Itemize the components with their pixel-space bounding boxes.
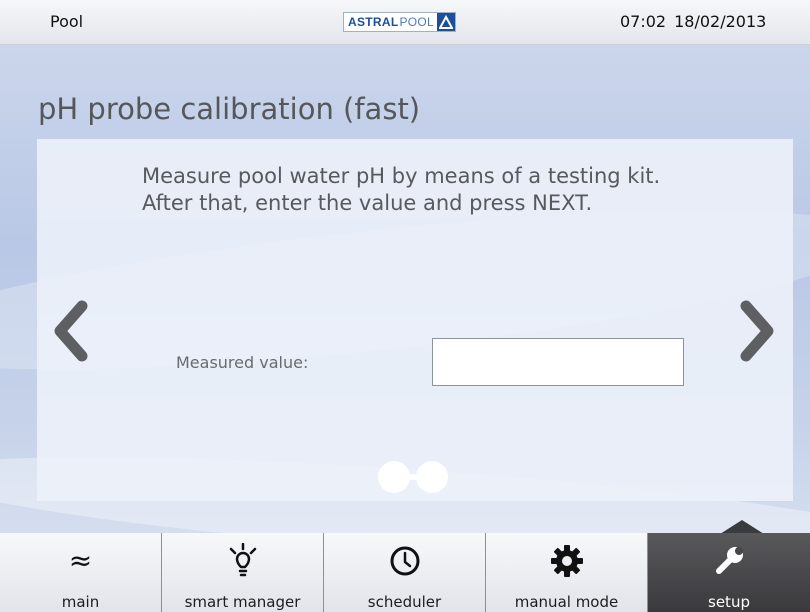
gear-icon xyxy=(550,545,583,577)
measured-value-label: Measured value: xyxy=(176,353,309,372)
tab-main[interactable]: ≈ main xyxy=(0,533,162,612)
tab-scheduler-label: scheduler xyxy=(367,593,442,611)
time: 07:02 xyxy=(620,12,667,31)
pool-name: Pool xyxy=(50,12,84,31)
tab-manual-mode[interactable]: manual mode xyxy=(486,533,648,612)
previous-button[interactable] xyxy=(48,300,92,362)
tab-manual-mode-label: manual mode xyxy=(514,593,619,611)
active-tab-notch xyxy=(720,520,764,534)
tab-setup[interactable]: setup xyxy=(648,533,810,612)
step-indicator xyxy=(378,461,448,493)
tab-scheduler[interactable]: scheduler xyxy=(324,533,486,612)
step-dot xyxy=(378,461,410,493)
page-title: pH probe calibration (fast) xyxy=(38,92,421,126)
chevron-right-icon xyxy=(740,300,774,362)
status-bar: Pool ASTRAL POOL 07:02 18/02/2013 xyxy=(0,0,810,45)
tab-setup-label: setup xyxy=(708,593,750,611)
tab-main-label: main xyxy=(61,593,100,611)
logo-text-light: POOL xyxy=(399,15,435,29)
step-dot xyxy=(416,461,448,493)
tab-smart-manager[interactable]: smart manager xyxy=(162,533,324,612)
next-button[interactable] xyxy=(736,300,780,362)
logo-text-bold: ASTRAL xyxy=(348,15,399,29)
clock-icon xyxy=(390,546,419,576)
chevron-left-icon xyxy=(54,300,88,362)
wrench-icon xyxy=(716,547,743,574)
tab-smart-manager-label: smart manager xyxy=(184,593,301,611)
bottom-nav: ≈ main smart manager scheduler manual mo… xyxy=(0,533,810,612)
date: 18/02/2013 xyxy=(674,12,767,31)
astralpool-logo: ASTRAL POOL xyxy=(343,12,457,32)
lightbulb-icon xyxy=(229,543,256,577)
waves-icon: ≈ xyxy=(68,544,93,577)
measured-value-input[interactable] xyxy=(432,338,684,386)
logo-mark-icon xyxy=(437,13,456,31)
clock: 07:02 18/02/2013 xyxy=(620,12,766,31)
instructions-text: Measure pool water pH by means of a test… xyxy=(142,164,661,215)
